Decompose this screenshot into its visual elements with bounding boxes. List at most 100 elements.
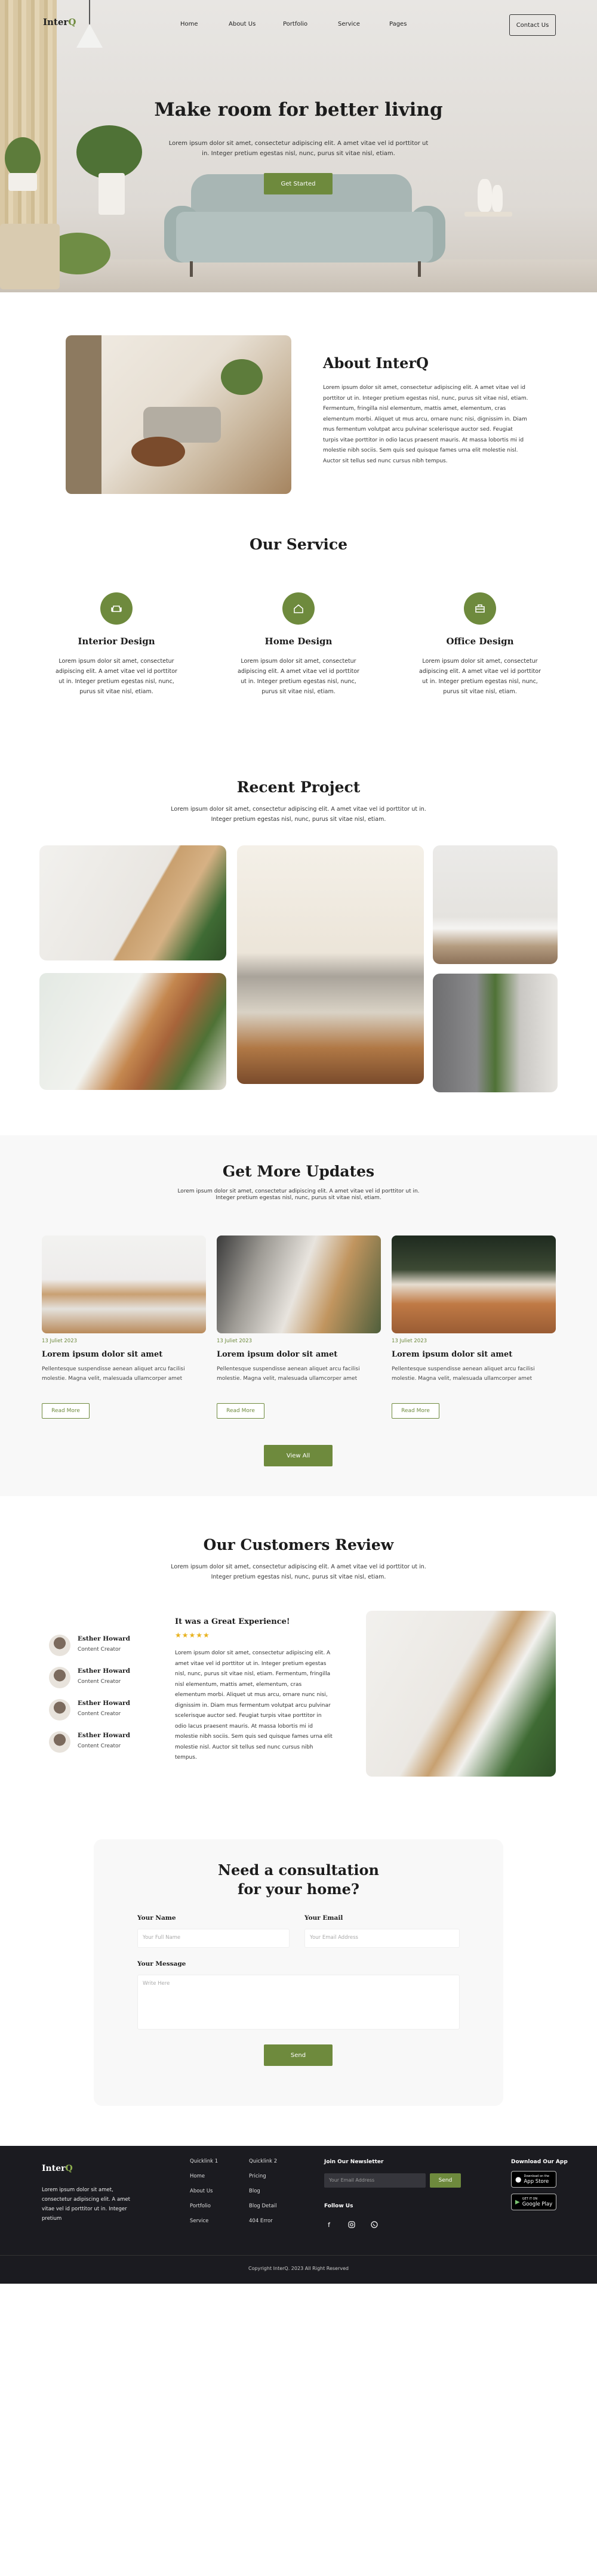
send-button[interactable]: Send <box>264 2044 333 2066</box>
project-image-3[interactable] <box>433 845 558 964</box>
app-store-label: Download on the App Store <box>524 2174 549 2185</box>
footer-link[interactable]: Blog Detail <box>249 2199 277 2214</box>
instagram-icon[interactable] <box>346 2219 358 2231</box>
nav-home[interactable]: Home <box>180 21 198 27</box>
hero-section: InterQ Home About Us Portfolio Service P… <box>0 0 597 292</box>
project-image-2[interactable] <box>237 845 424 1084</box>
email-input[interactable]: Your Email Address <box>304 1929 460 1948</box>
updates-subtitle: Lorem ipsum dolor sit amet, consectetur … <box>177 1188 420 1201</box>
card-date: 13 Juliet 2023 <box>392 1338 427 1344</box>
app-store-button[interactable]: ● Download on the App Store <box>511 2171 556 2188</box>
avatar[interactable] <box>49 1667 70 1688</box>
update-card-image[interactable] <box>42 1236 206 1333</box>
google-play-button[interactable]: ▶ GET IT ON Google Play <box>511 2194 556 2210</box>
home-design-icon-badge <box>282 592 315 625</box>
apple-icon: ● <box>515 2175 522 2183</box>
project-image-4[interactable] <box>39 973 226 1090</box>
avatar[interactable] <box>49 1731 70 1753</box>
read-more-button[interactable]: Read More <box>217 1403 264 1419</box>
service-title: Office Design <box>446 636 514 647</box>
review-text: Lorem ipsum dolor sit amet, consectetur … <box>175 1650 333 1760</box>
sofa-leg <box>418 261 421 277</box>
footer-logo[interactable]: InterQ <box>42 2164 73 2173</box>
card-date: 13 Juliet 2023 <box>42 1338 78 1344</box>
footer-link[interactable]: Portfolio <box>190 2199 218 2214</box>
reviewer-name[interactable]: Esther Howard <box>78 1700 130 1707</box>
nav-about[interactable]: About Us <box>229 21 256 27</box>
whatsapp-icon[interactable] <box>368 2219 380 2231</box>
footer-link[interactable]: Service <box>190 2214 218 2229</box>
card-title[interactable]: Lorem ipsum dolor sit amet <box>392 1350 512 1359</box>
download-heading: Download Our App <box>511 2159 568 2165</box>
basket-image <box>0 224 60 289</box>
message-textarea[interactable]: Write Here <box>137 1975 460 2030</box>
sofa-icon <box>111 606 122 612</box>
footer-link[interactable]: Blog <box>249 2184 277 2199</box>
footer-link[interactable]: Pricing <box>249 2169 277 2184</box>
update-card-image[interactable] <box>392 1236 556 1333</box>
card-text: Pellentesque suspendisse aenean aliquet … <box>392 1366 535 1382</box>
facebook-icon[interactable]: f <box>323 2219 335 2231</box>
project-image-5[interactable] <box>433 974 558 1092</box>
whatsapp-glyph <box>371 2221 378 2228</box>
email-label: Your Email <box>304 1914 343 1922</box>
service-title: Home Design <box>264 636 333 647</box>
home-icon <box>294 604 303 613</box>
review-title: It was a Great Experience! <box>175 1617 290 1626</box>
reviewer-name[interactable]: Esther Howard <box>78 1732 130 1739</box>
footer-link[interactable]: 404 Error <box>249 2214 277 2229</box>
nav-pages[interactable]: Pages <box>389 21 407 27</box>
footer-links-2: Quicklink 2 Pricing Blog Blog Detail 404… <box>249 2154 277 2229</box>
logo[interactable]: InterQ <box>43 17 76 27</box>
read-more-button[interactable]: Read More <box>42 1403 90 1419</box>
navbar: InterQ Home About Us Portfolio Service P… <box>0 0 597 48</box>
app-store-text: App Store <box>524 2179 549 2185</box>
avatar[interactable] <box>49 1699 70 1721</box>
chair-decoration <box>131 437 185 467</box>
plant-image-large <box>76 125 142 179</box>
name-input[interactable]: Your Full Name <box>137 1929 290 1948</box>
view-all-button[interactable]: View All <box>264 1445 333 1466</box>
contact-us-button[interactable]: Contact Us <box>509 14 556 36</box>
reviewer-role: Content Creator <box>78 1679 121 1685</box>
play-icon: ▶ <box>515 2198 520 2206</box>
footer-logo-text: Inter <box>42 2164 66 2173</box>
sofa-image <box>176 212 433 262</box>
google-play-label: GET IT ON Google Play <box>522 2197 552 2207</box>
newsletter-send-button[interactable]: Send <box>430 2173 461 2188</box>
services-title: Our Service <box>249 536 348 553</box>
card-title[interactable]: Lorem ipsum dolor sit amet <box>42 1350 162 1359</box>
footer-heading: Quicklink 2 <box>249 2158 278 2164</box>
footer-link[interactable]: About Us <box>190 2184 218 2199</box>
projects-title: Recent Project <box>236 779 361 796</box>
about-title: About InterQ <box>323 354 429 372</box>
nav-service[interactable]: Service <box>338 21 360 27</box>
reviewer-name[interactable]: Esther Howard <box>78 1635 130 1642</box>
update-card-image[interactable] <box>217 1236 381 1333</box>
read-more-button[interactable]: Read More <box>392 1403 439 1419</box>
footer-link[interactable]: Home <box>190 2169 218 2184</box>
hanging-plant-decoration <box>221 359 263 395</box>
get-started-button[interactable]: Get Started <box>264 173 333 194</box>
vase-image <box>478 179 492 212</box>
footer-logo-accent: Q <box>65 2164 73 2173</box>
project-image-1[interactable] <box>39 845 226 960</box>
logo-text: Inter <box>43 17 69 27</box>
footer-about: Lorem ipsum dolor sit amet, consectetur … <box>42 2187 130 2222</box>
reviewer-name[interactable]: Esther Howard <box>78 1667 130 1675</box>
reviews-title: Our Customers Review <box>203 1536 394 1553</box>
plant-pot-large <box>99 173 125 215</box>
newsletter-input[interactable]: Your Email Address <box>324 2173 426 2188</box>
google-play-text: Google Play <box>522 2201 553 2207</box>
service-text: Lorem ipsum dolor sit amet, consectetur … <box>419 658 541 695</box>
consult-title-line1: Need a consultation <box>218 1861 379 1879</box>
service-text: Lorem ipsum dolor sit amet, consectetur … <box>56 658 177 695</box>
vase-image-small <box>492 185 503 212</box>
newsletter-heading: Join Our Newsletter <box>324 2159 384 2165</box>
service-text: Lorem ipsum dolor sit amet, consectetur … <box>238 658 359 695</box>
interior-design-icon-badge <box>100 592 133 625</box>
plant-pot <box>8 173 37 191</box>
avatar[interactable] <box>49 1635 70 1656</box>
nav-portfolio[interactable]: Portfolio <box>283 21 307 27</box>
card-title[interactable]: Lorem ipsum dolor sit amet <box>217 1350 337 1359</box>
